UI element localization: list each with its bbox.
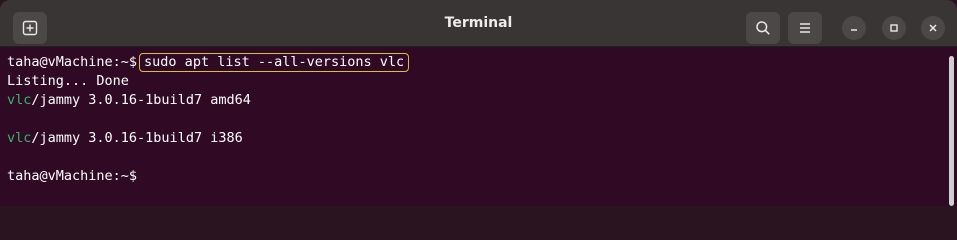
title-bar[interactable]: Terminal — [0, 0, 957, 47]
command-line: taha@vMachine:~$ sudo apt list --all-vers… — [7, 53, 946, 72]
minimize-button[interactable] — [842, 16, 866, 40]
terminal-window: Terminal taha@vMachine:~$ sudo apt list … — [0, 0, 957, 206]
shell-prompt-line: taha@vMachine:~$ — [7, 168, 138, 184]
terminal-output[interactable]: taha@vMachine:~$ sudo apt list --all-vers… — [0, 47, 946, 206]
package-name: vlc — [7, 92, 32, 108]
output-line: Listing... Done — [7, 73, 129, 89]
new-tab-icon — [22, 20, 38, 36]
close-button[interactable] — [921, 16, 945, 40]
command-text: sudo apt list --all-versions vlc — [139, 53, 410, 72]
package-details: /jammy 3.0.16-1build7 amd64 — [31, 92, 251, 108]
minimize-icon — [851, 29, 857, 31]
package-name: vlc — [7, 130, 32, 146]
package-entry: vlc/jammy 3.0.16-1build7 i386 — [7, 129, 946, 148]
package-entry: vlc/jammy 3.0.16-1build7 amd64 — [7, 91, 946, 110]
scrollbar-thumb[interactable] — [949, 56, 954, 206]
new-tab-button[interactable] — [13, 12, 47, 44]
maximize-button[interactable] — [882, 16, 906, 40]
shell-prompt: taha@vMachine:~$ — [7, 54, 138, 70]
search-icon — [756, 21, 770, 35]
scrollbar[interactable] — [946, 47, 957, 206]
maximize-icon — [890, 24, 898, 32]
hamburger-menu-icon — [800, 23, 810, 33]
search-button[interactable] — [746, 12, 780, 44]
menu-button[interactable] — [788, 12, 822, 44]
package-details: /jammy 3.0.16-1build7 i386 — [31, 130, 243, 146]
close-icon — [929, 24, 937, 32]
